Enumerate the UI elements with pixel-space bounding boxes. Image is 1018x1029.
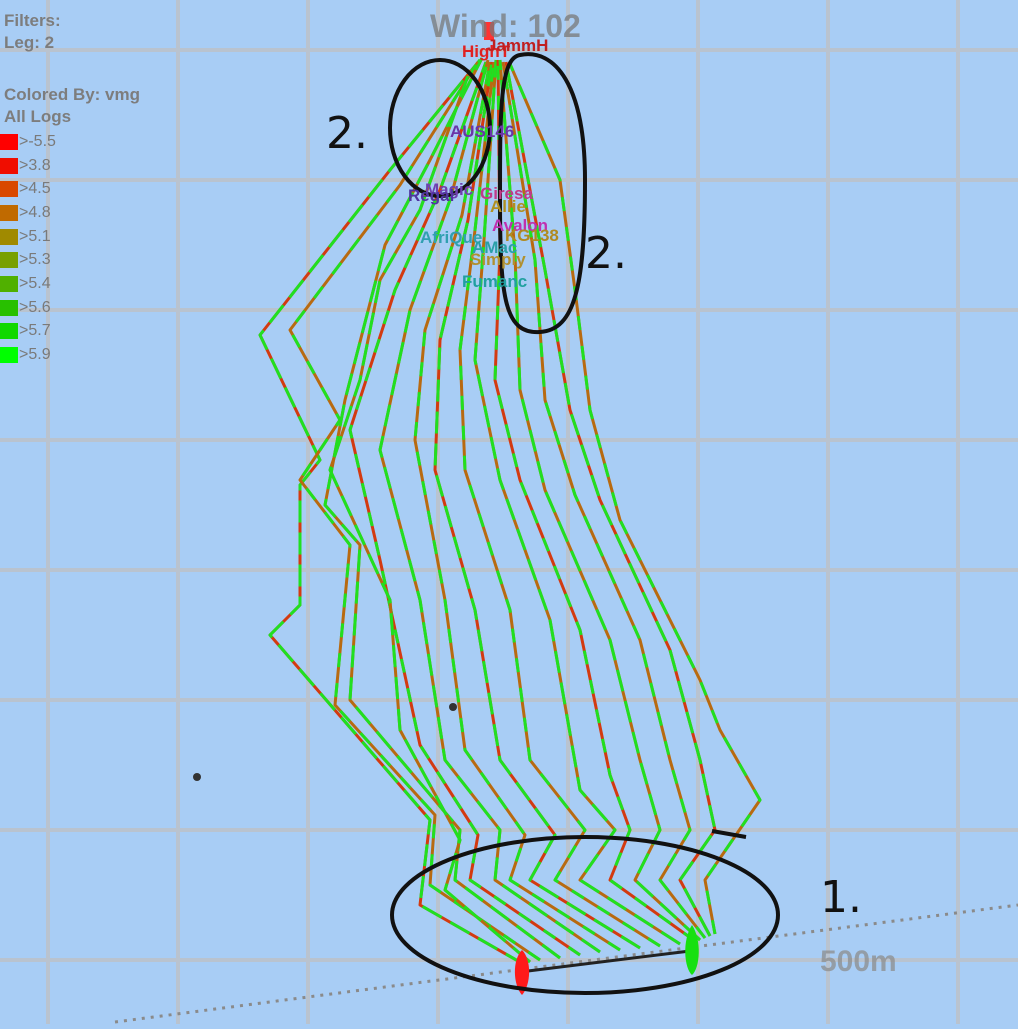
- legend-swatch: [0, 323, 18, 340]
- boat-label[interactable]: JammH: [487, 36, 548, 56]
- legend-label: >5.9: [19, 346, 51, 364]
- legend-swatch: [0, 299, 18, 316]
- boat-label[interactable]: Simply: [470, 250, 526, 270]
- map-canvas[interactable]: [0, 0, 1018, 1024]
- mark-dot: [449, 703, 457, 711]
- legend-item: >4.8: [0, 201, 56, 225]
- legend-swatch: [0, 228, 18, 245]
- vmg-legend: >-5.5 >3.8 >4.5 >4.8 >5.1 >5.3 >5.4 >5.6 >5.7 >5.…: [0, 130, 56, 367]
- legend-item: >3.8: [0, 154, 56, 178]
- legend-item: >5.7: [0, 320, 56, 344]
- legend-label: >5.4: [19, 274, 51, 292]
- legend-swatch: [0, 275, 18, 292]
- legend-swatch: [0, 204, 18, 221]
- legend-label: >-5.5: [19, 132, 56, 150]
- legend-item: >5.1: [0, 225, 56, 249]
- annotation-label-2-left: 2.: [326, 108, 368, 159]
- legend-swatch: [0, 252, 18, 269]
- legend-label: >3.8: [19, 156, 51, 174]
- legend-label: >4.5: [19, 180, 51, 198]
- legend-label: >5.3: [19, 251, 51, 269]
- boat-label[interactable]: AUS146: [450, 122, 514, 142]
- legend-item: >5.9: [0, 343, 56, 367]
- legend-swatch: [0, 347, 18, 364]
- legend-label: >4.8: [19, 203, 51, 221]
- colored-by-title[interactable]: Colored By: vmg: [4, 84, 140, 106]
- legend-swatch: [0, 133, 18, 150]
- boat-label[interactable]: Allie: [490, 197, 526, 217]
- boat-label[interactable]: Fumanc: [462, 272, 527, 292]
- legend-label: >5.7: [19, 322, 51, 340]
- mark-dot: [193, 773, 201, 781]
- annotation-label-1: 1.: [820, 872, 862, 923]
- legend-swatch: [0, 181, 18, 198]
- scale-label: 500m: [820, 945, 897, 978]
- annotation-label-2-right: 2.: [585, 228, 627, 279]
- legend-swatch: [0, 157, 18, 174]
- legend-label: >5.6: [19, 298, 51, 316]
- map-area[interactable]: Wind: 102 500m HighT JammH AUS146 Magic Rega…: [0, 0, 1018, 1024]
- legend-item: >-5.5: [0, 130, 56, 154]
- legend-label: >5.1: [19, 227, 51, 245]
- filters-leg[interactable]: Leg: 2: [4, 32, 140, 54]
- colored-by-subtitle: All Logs: [4, 107, 72, 126]
- boat-label[interactable]: Regal: [408, 186, 454, 206]
- legend-item: >5.6: [0, 296, 56, 320]
- info-panel: Filters: Leg: 2 Colored By: vmg All Logs: [4, 10, 140, 128]
- legend-item: >5.3: [0, 248, 56, 272]
- start-line: [484, 22, 699, 995]
- legend-item: >5.4: [0, 272, 56, 296]
- map-grid: [0, 0, 1018, 1024]
- filters-title: Filters:: [4, 11, 61, 30]
- legend-item: >4.5: [0, 177, 56, 201]
